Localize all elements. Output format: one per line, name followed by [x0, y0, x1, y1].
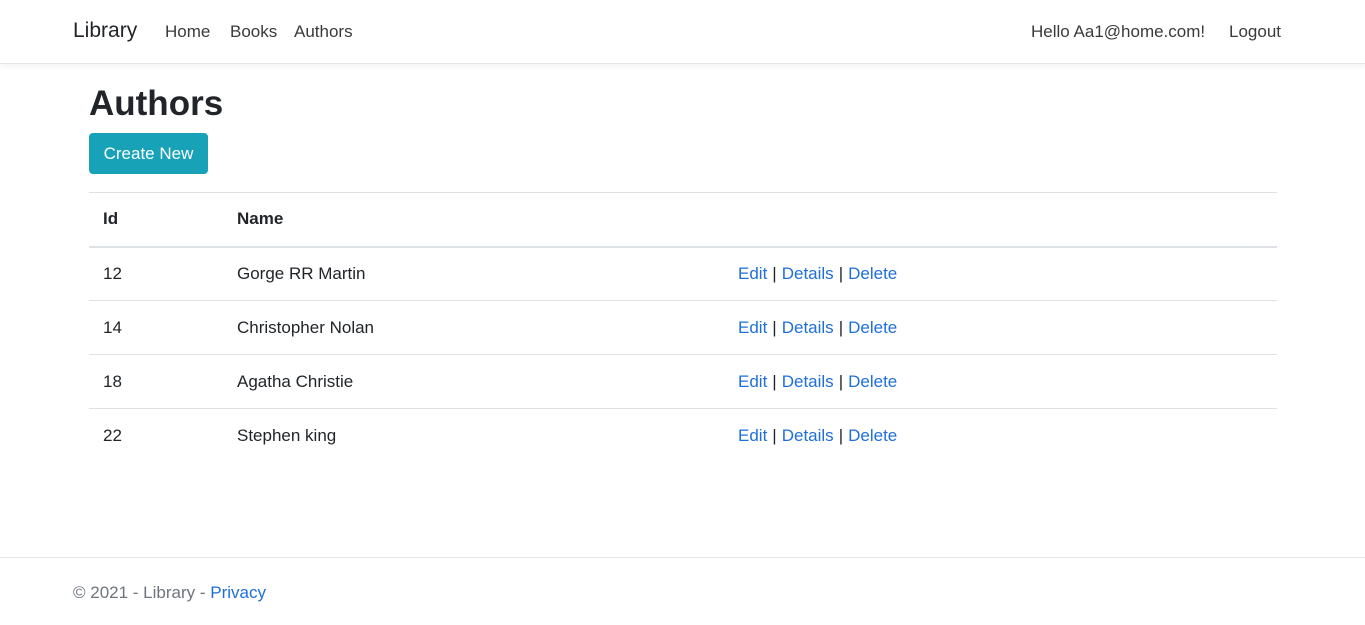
delete-link[interactable]: Delete: [848, 264, 897, 283]
table-row: 12 Gorge RR Martin Edit | Details | Delete: [89, 246, 1277, 301]
top-navbar: Library Home Books Authors Hello Aa1@hom…: [0, 0, 1365, 64]
table-row: 22 Stephen king Edit | Details | Delete: [89, 409, 1277, 463]
brand-link[interactable]: Library: [73, 19, 137, 43]
details-link[interactable]: Details: [782, 372, 834, 391]
cell-actions: Edit | Details | Delete: [724, 354, 1277, 409]
authors-table-container: Id Name 12 Gorge RR Martin Edit | Details |…: [89, 192, 1277, 463]
cell-name: Christopher Nolan: [223, 300, 724, 355]
separator: |: [838, 425, 844, 445]
details-link[interactable]: Details: [782, 318, 834, 337]
delete-link[interactable]: Delete: [848, 318, 897, 337]
cell-actions: Edit | Details | Delete: [724, 300, 1277, 355]
table-header: Id Name: [89, 192, 1277, 248]
page-title: Authors: [89, 84, 224, 123]
separator: |: [772, 317, 777, 337]
user-greeting-link[interactable]: Hello Aa1@home.com!: [1031, 22, 1205, 42]
separator: |: [772, 371, 777, 391]
nav-home-link[interactable]: Home: [165, 22, 210, 42]
table-row: 14 Christopher Nolan Edit | Details | Delete: [89, 300, 1277, 355]
separator: |: [838, 317, 844, 337]
cell-id: 18: [89, 354, 223, 409]
separator: |: [838, 263, 844, 283]
cell-actions: Edit | Details | Delete: [724, 246, 1277, 301]
cell-id: 14: [89, 300, 223, 355]
nav-books-link[interactable]: Books: [230, 22, 277, 42]
cell-id: 12: [89, 246, 223, 301]
table-row: 18 Agatha Christie Edit | Details | Delete: [89, 354, 1277, 409]
header-row: Id Name: [89, 192, 1277, 248]
header-id: Id: [89, 192, 223, 248]
edit-link[interactable]: Edit: [738, 372, 767, 391]
header-name: Name: [223, 192, 724, 248]
table-body: 12 Gorge RR Martin Edit | Details | Delete 1…: [89, 246, 1277, 463]
edit-link[interactable]: Edit: [738, 318, 767, 337]
nav-authors-link[interactable]: Authors: [294, 22, 353, 42]
cell-name: Stephen king: [237, 425, 337, 445]
details-link[interactable]: Details: [782, 426, 834, 445]
delete-link[interactable]: Delete: [848, 372, 897, 391]
footer-text: © 2021 - Library - Privacy: [73, 583, 266, 603]
details-link[interactable]: Details: [782, 264, 834, 283]
cell-actions: Edit | Details | Delete: [724, 409, 1277, 463]
separator: |: [838, 371, 844, 391]
authors-table: Id Name 12 Gorge RR Martin Edit | Details |…: [89, 192, 1277, 463]
separator: |: [772, 263, 777, 283]
page-footer: © 2021 - Library - Privacy: [0, 557, 1365, 625]
delete-link[interactable]: Delete: [848, 426, 897, 445]
edit-link[interactable]: Edit: [738, 264, 767, 283]
logout-link[interactable]: Logout: [1229, 22, 1281, 42]
header-actions: [724, 192, 1277, 248]
create-new-button[interactable]: Create New: [89, 133, 208, 174]
privacy-link[interactable]: Privacy: [210, 583, 266, 602]
cell-name: Agatha Christie: [223, 354, 724, 409]
cell-id: 22: [103, 425, 122, 445]
separator: |: [772, 425, 777, 445]
edit-link[interactable]: Edit: [738, 426, 767, 445]
cell-name: Gorge RR Martin: [223, 246, 724, 301]
footer-copyright: © 2021 - Library -: [73, 583, 211, 602]
